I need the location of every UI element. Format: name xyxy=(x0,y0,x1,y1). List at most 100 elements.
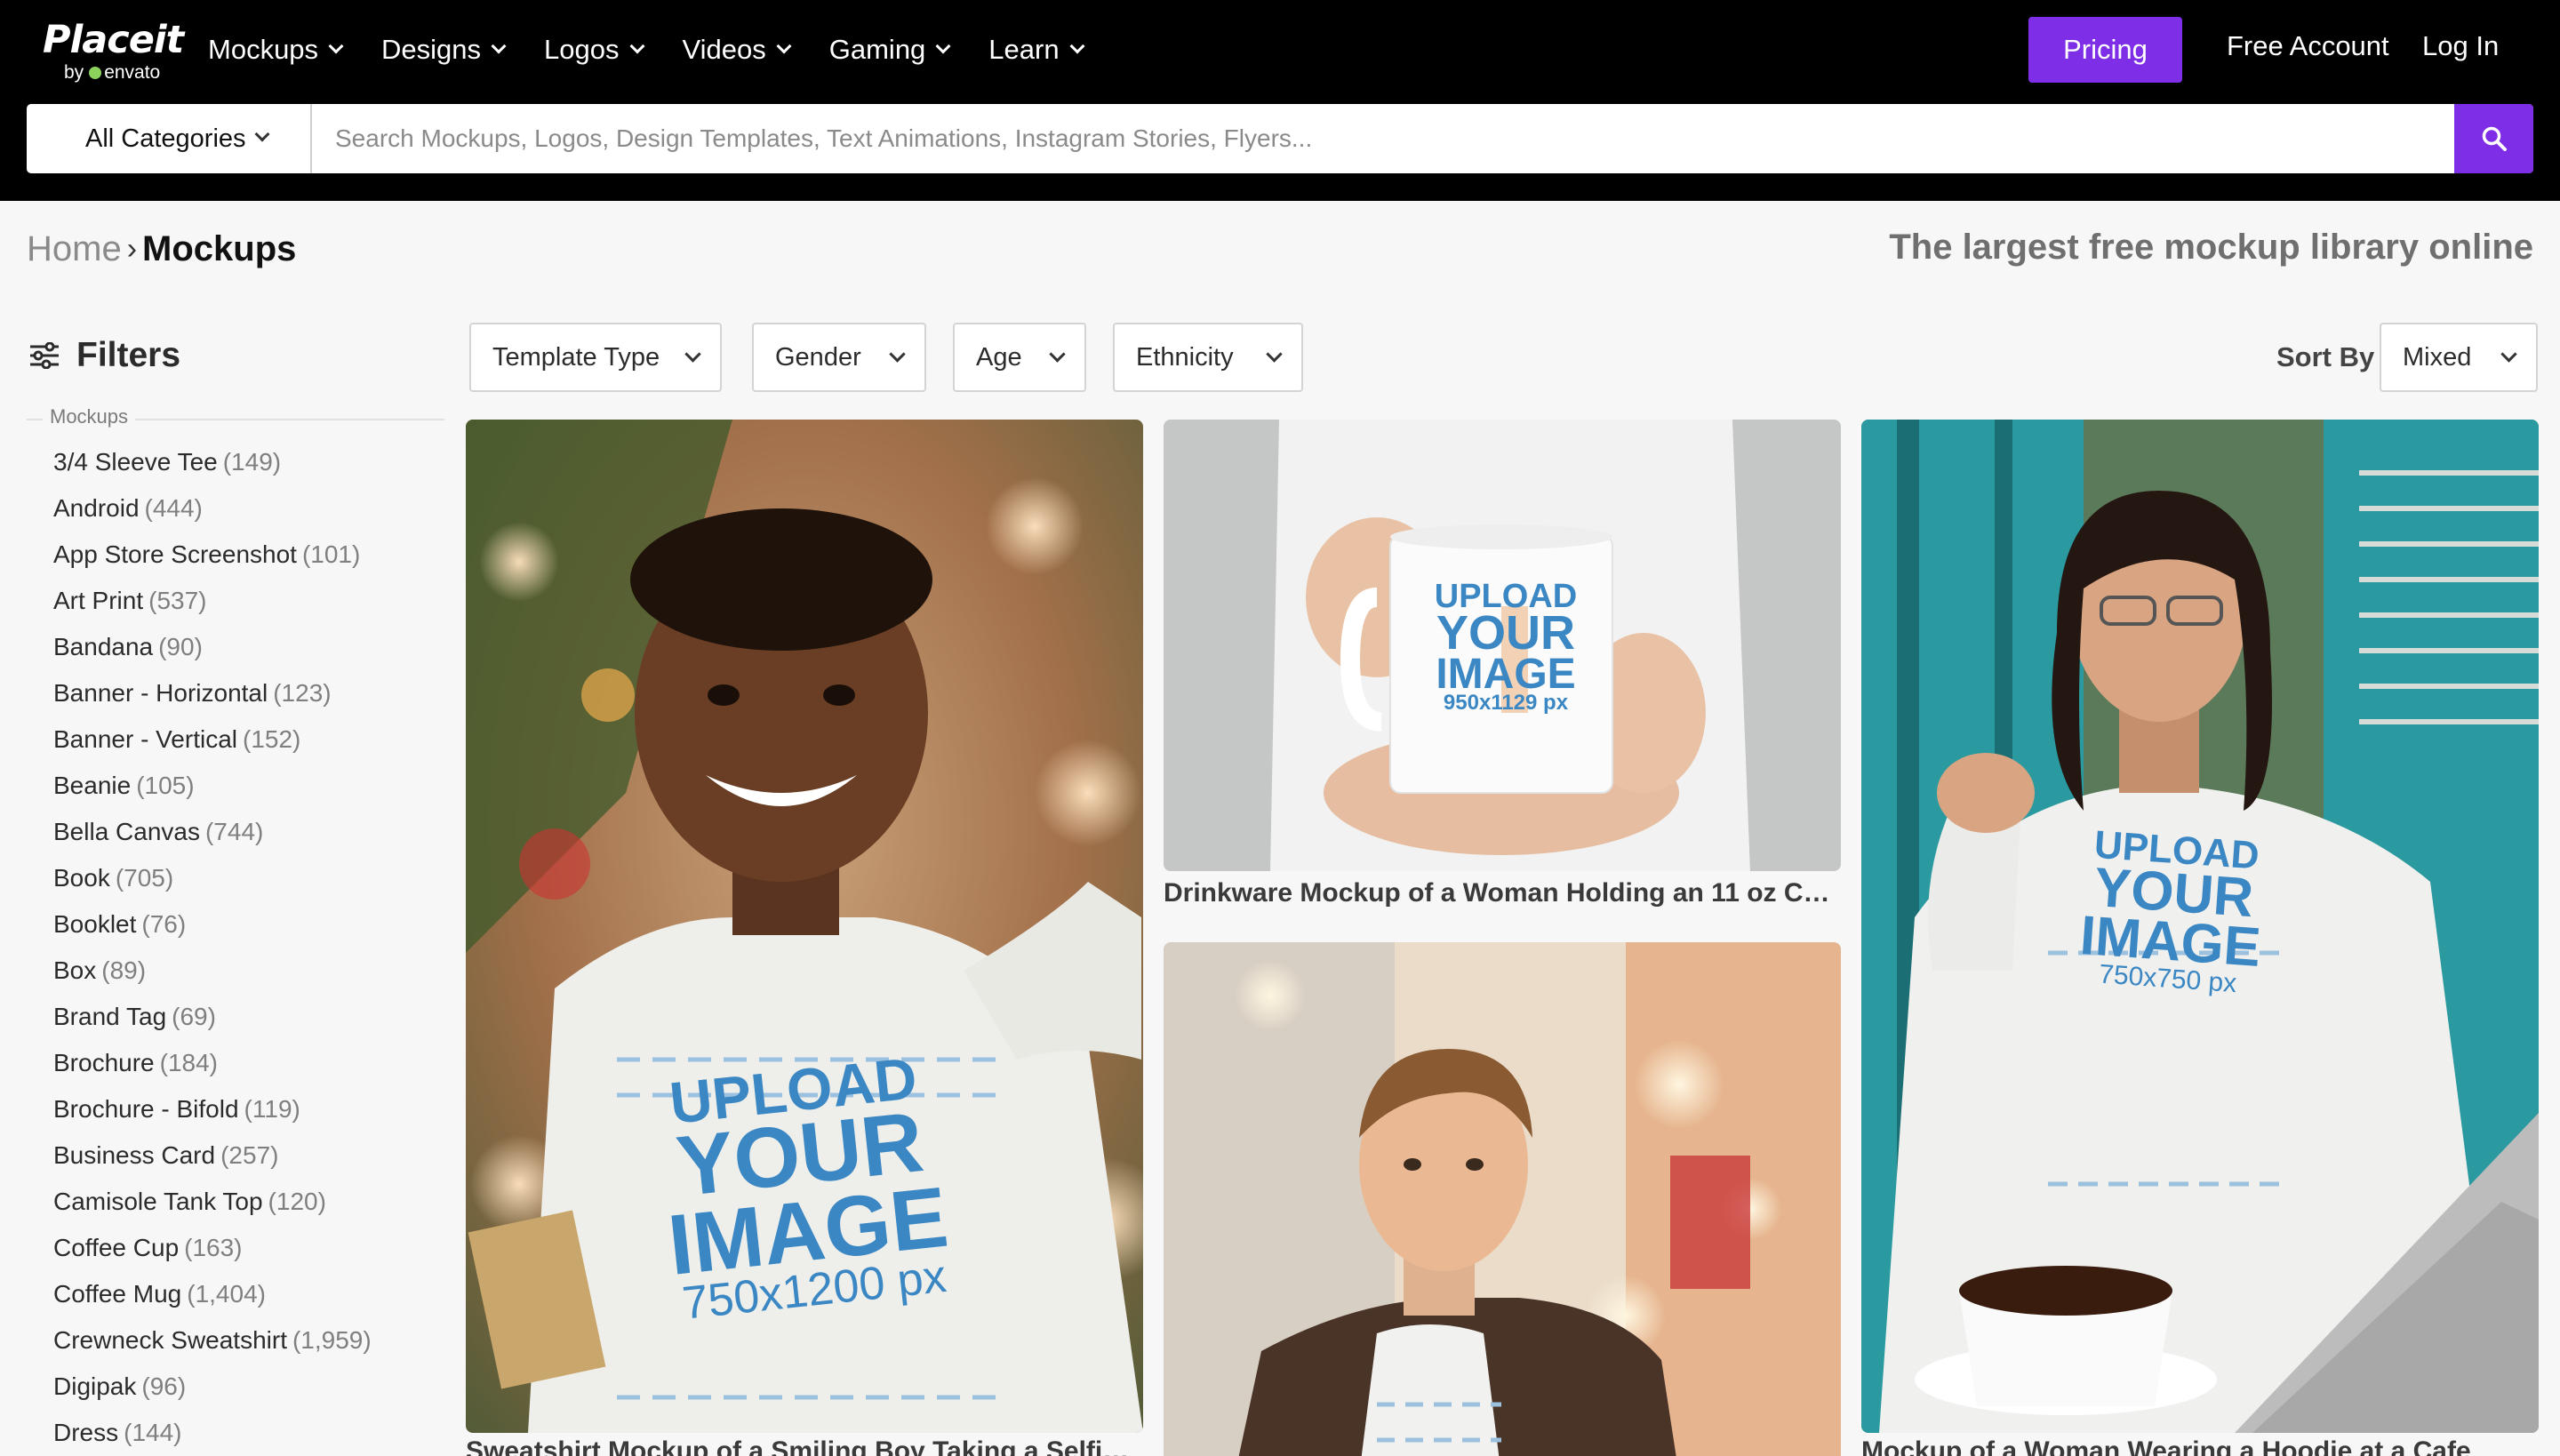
category-name: Bandana xyxy=(53,633,154,660)
page-tagline: The largest free mockup library online xyxy=(1889,228,2533,267)
category-count: (119) xyxy=(244,1095,300,1123)
category-filter-item[interactable]: Brochure - Bifold (119) xyxy=(53,1086,372,1132)
chevron-down-icon xyxy=(684,346,701,363)
category-name: Banner - Vertical xyxy=(53,725,237,753)
chevron-down-icon xyxy=(491,38,507,54)
chevron-down-icon xyxy=(629,38,645,54)
category-name: App Store Screenshot xyxy=(53,540,297,568)
category-name: 3/4 Sleeve Tee xyxy=(53,448,218,476)
category-count: (152) xyxy=(243,725,301,753)
placeit-logo[interactable]: Placeit by envato xyxy=(43,16,184,83)
nav-gaming[interactable]: Gaming xyxy=(829,30,951,69)
upload-your-image-placeholder: UPLOAD YOUR IMAGE 750x1200 px xyxy=(664,1044,953,1330)
category-filter-item[interactable]: Brand Tag (69) xyxy=(53,994,372,1040)
mockup-thumbnail[interactable] xyxy=(1164,942,1841,1456)
mockup-card[interactable]: UPLOAD YOUR IMAGE 750x1200 px Sweatshirt… xyxy=(466,420,1143,1456)
mockup-card[interactable]: UPLOAD YOUR IMAGE 750x750 px Mockup of a… xyxy=(1861,420,2539,1456)
ethnicity-dropdown[interactable]: Ethnicity xyxy=(1113,323,1303,392)
nav-designs[interactable]: Designs xyxy=(381,30,507,69)
category-count: (69) xyxy=(172,1003,216,1030)
template-type-dropdown[interactable]: Template Type xyxy=(469,323,722,392)
filters-title: Filters xyxy=(76,336,181,374)
category-name: Android xyxy=(53,494,140,522)
category-count: (89) xyxy=(101,956,147,984)
chevron-down-icon xyxy=(254,126,270,142)
category-count: (96) xyxy=(141,1372,187,1400)
breadcrumb: Home › Mockups xyxy=(27,229,296,269)
nav-mockups[interactable]: Mockups xyxy=(208,30,344,69)
category-count: (163) xyxy=(184,1234,243,1261)
chevron-down-icon xyxy=(2500,346,2517,363)
nav-learn[interactable]: Learn xyxy=(988,30,1085,69)
category-filter-item[interactable]: Camisole Tank Top (120) xyxy=(53,1179,372,1225)
category-filter-item[interactable]: Android (444) xyxy=(53,485,372,532)
category-count: (705) xyxy=(115,864,174,892)
category-filter-item[interactable]: Dress (144) xyxy=(53,1410,372,1456)
category-count: (105) xyxy=(136,772,195,799)
category-filter-item[interactable]: Banner - Vertical (152) xyxy=(53,716,372,763)
category-filter-item[interactable]: App Store Screenshot (101) xyxy=(53,532,372,578)
login-link[interactable]: Log In xyxy=(2422,30,2499,62)
category-filter-item[interactable]: Crewneck Sweatshirt (1,959) xyxy=(53,1317,372,1364)
category-select[interactable]: All Categories xyxy=(27,104,312,173)
category-name: Brochure - Bifold xyxy=(53,1095,239,1123)
search-input[interactable] xyxy=(314,104,2478,173)
category-name: Book xyxy=(53,864,110,892)
category-count: (1,404) xyxy=(187,1280,266,1308)
mockup-card-title[interactable]: Mockup of a Woman Wearing a Hoodie at a … xyxy=(1861,1436,2539,1456)
top-header: Placeit by envato Mockups Designs Logos V… xyxy=(0,0,2560,201)
category-filter-item[interactable]: Booklet (76) xyxy=(53,901,372,948)
logo-byline: by envato xyxy=(64,62,161,83)
pricing-button[interactable]: Pricing xyxy=(2028,17,2182,83)
upload-your-image-placeholder: UPLOAD YOUR IMAGE 750x750 px xyxy=(2077,822,2263,999)
mockup-card[interactable] xyxy=(1164,942,1841,1456)
category-filter-item[interactable]: Bella Canvas (744) xyxy=(53,809,372,855)
category-filter-item[interactable]: Coffee Cup (163) xyxy=(53,1225,372,1271)
category-filter-item[interactable]: Digipak (96) xyxy=(53,1364,372,1410)
nav-logos[interactable]: Logos xyxy=(544,30,645,69)
category-filter-item[interactable]: Book (705) xyxy=(53,855,372,901)
envato-leaf-icon xyxy=(89,67,102,79)
mockup-card-title[interactable]: Sweatshirt Mockup of a Smiling Boy Takin… xyxy=(466,1436,1143,1456)
chevron-down-icon xyxy=(935,38,951,54)
category-filter-item[interactable]: Coffee Mug (1,404) xyxy=(53,1271,372,1317)
mockup-card[interactable]: UPLOAD YOUR IMAGE 950x1129 px Drinkware … xyxy=(1164,420,1841,917)
category-filter-item[interactable]: Art Print (537) xyxy=(53,578,372,624)
chevron-down-icon xyxy=(328,38,344,54)
mockup-thumbnail[interactable]: UPLOAD YOUR IMAGE 750x1200 px xyxy=(466,420,1143,1433)
mockup-card-title[interactable]: Drinkware Mockup of a Woman Holding an 1… xyxy=(1164,878,1841,908)
category-filter-item[interactable]: 3/4 Sleeve Tee (149) xyxy=(53,439,372,485)
category-name: Box xyxy=(53,956,97,984)
category-filter-item[interactable]: Bandana (90) xyxy=(53,624,372,670)
category-filter-item[interactable]: Business Card (257) xyxy=(53,1132,372,1179)
category-filter-item[interactable]: Box (89) xyxy=(53,948,372,994)
age-dropdown[interactable]: Age xyxy=(953,323,1086,392)
category-name: Banner - Horizontal xyxy=(53,679,268,707)
search-button[interactable] xyxy=(2454,104,2533,173)
mockup-thumbnail[interactable]: UPLOAD YOUR IMAGE 950x1129 px xyxy=(1164,420,1841,871)
category-name: Coffee Cup xyxy=(53,1234,180,1261)
sort-dropdown[interactable]: Mixed xyxy=(2380,323,2538,392)
gender-dropdown[interactable]: Gender xyxy=(752,323,926,392)
category-filter-item[interactable]: Brochure (184) xyxy=(53,1040,372,1086)
category-filter-item[interactable]: Banner - Horizontal (123) xyxy=(53,670,372,716)
category-count: (257) xyxy=(220,1141,279,1169)
category-name: Brand Tag xyxy=(53,1003,167,1030)
category-name: Digipak xyxy=(53,1372,137,1400)
main-nav: Mockups Designs Logos Videos Gaming Lear… xyxy=(208,30,1123,69)
free-account-link[interactable]: Free Account xyxy=(2227,30,2389,62)
logo-wordmark: Placeit xyxy=(43,18,184,62)
category-count: (123) xyxy=(273,679,332,707)
category-count: (90) xyxy=(158,633,203,660)
filters-header[interactable]: Filters xyxy=(28,336,180,375)
breadcrumb-current: Mockups xyxy=(142,229,297,268)
sidebar-section-label: Mockups xyxy=(27,405,444,428)
nav-videos[interactable]: Videos xyxy=(683,30,792,69)
chevron-down-icon xyxy=(1069,38,1085,54)
mockup-thumbnail[interactable]: UPLOAD YOUR IMAGE 750x750 px xyxy=(1861,420,2539,1433)
category-filter-item[interactable]: Beanie (105) xyxy=(53,763,372,809)
category-count: (184) xyxy=(159,1049,218,1076)
category-name: Coffee Mug xyxy=(53,1280,182,1308)
breadcrumb-home[interactable]: Home xyxy=(27,229,122,269)
man-tshirt-photo xyxy=(1164,942,1841,1456)
